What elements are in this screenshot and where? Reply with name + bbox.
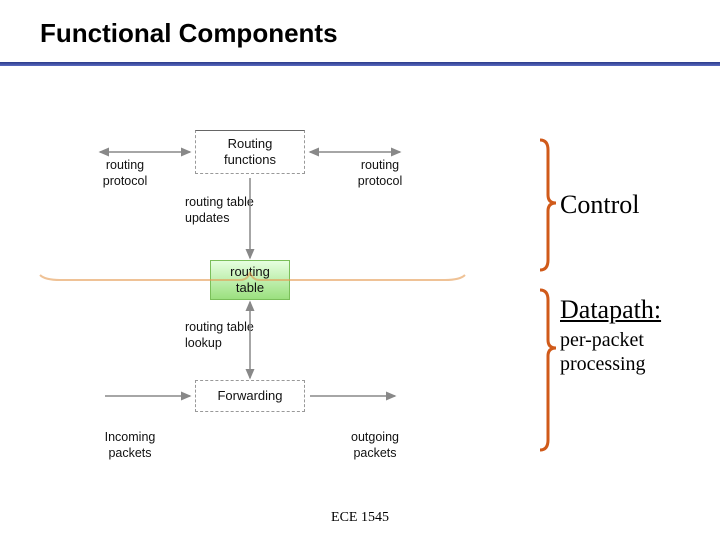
forwarding-box: Forwarding: [195, 380, 305, 412]
routing-table-lookup-label: routing table lookup: [185, 320, 275, 351]
incoming-packets-label: Incoming packets: [95, 430, 165, 461]
routing-protocol-left-label: routing protocol: [95, 158, 155, 189]
outgoing-packets-label: outgoing packets: [340, 430, 410, 461]
routing-table-updates-label: routing table updates: [185, 195, 275, 226]
control-annotation: Control: [560, 190, 639, 220]
forwarding-label: Forwarding: [217, 388, 282, 404]
title-rule: [0, 62, 720, 66]
diagram-area: Routing functions routing table Forwardi…: [40, 130, 460, 460]
routing-table-label: routing table: [230, 264, 270, 295]
datapath-annotation: Datapath:: [560, 295, 661, 325]
routing-functions-label: Routing functions: [224, 136, 276, 167]
slide-footer: ECE 1545: [0, 510, 720, 526]
page-title: Functional Components: [40, 18, 338, 49]
datapath-sub-annotation: per-packet processing: [560, 328, 646, 376]
routing-table-box: routing table: [210, 260, 290, 300]
routing-functions-box: Routing functions: [195, 130, 305, 174]
routing-protocol-right-label: routing protocol: [350, 158, 410, 189]
